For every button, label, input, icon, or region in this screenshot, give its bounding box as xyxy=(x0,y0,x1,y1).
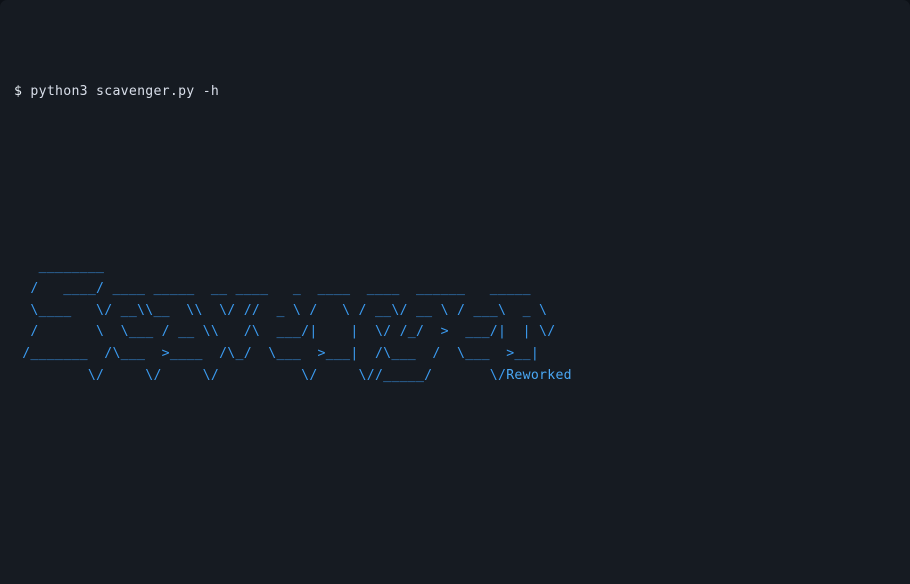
shell-prompt-line: $ python3 scavenger.py -h xyxy=(14,81,910,103)
prompt-sigil: $ xyxy=(14,84,23,100)
ascii-banner: ________ / ____/ ____ _____ __ ____ _ __… xyxy=(14,256,910,387)
usage-spacer xyxy=(14,518,910,526)
banner-tagline: Reworked xyxy=(506,367,572,383)
prompt-command: python3 scavenger.py -h xyxy=(22,84,220,100)
banner-line-4: / \ \___ / __ \\ /\ ___/| | \/ /_/ > ___… xyxy=(14,324,556,340)
banner-line-3: \____ \/ __\\__ \\ \/ // _ \ / \ / __\/ … xyxy=(14,302,548,318)
banner-line-6: \/ \/ \/ \/ \//_____/ \/ xyxy=(14,367,507,383)
banner-line-2: / ____/ ____ _____ __ ____ _ ____ ____ _… xyxy=(14,280,531,296)
terminal-window[interactable]: $ python3 scavenger.py -h ________ / ___… xyxy=(0,0,910,584)
banner-line-1: ________ xyxy=(14,258,105,274)
banner-line-5: /_______ /\___ >____ /\_/ \___ >___| /\_… xyxy=(14,346,540,362)
banner-top-spacer xyxy=(14,169,910,191)
